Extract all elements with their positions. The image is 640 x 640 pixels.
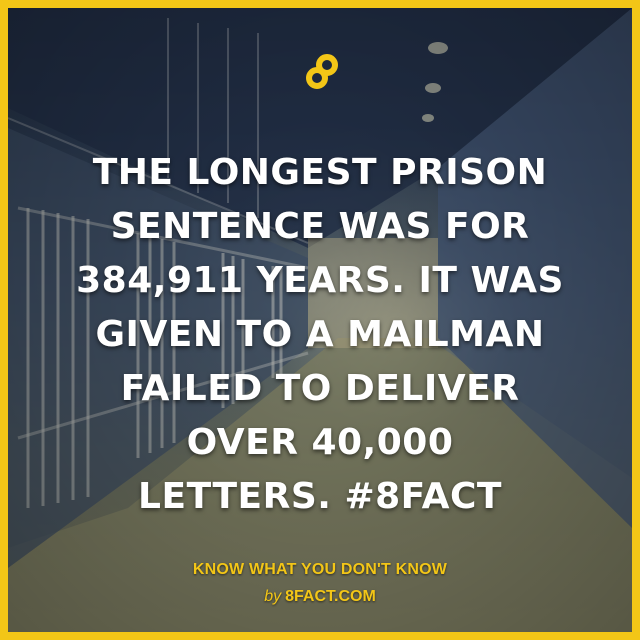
tagline: KNOW WHAT YOU DON'T KNOW [192,561,448,578]
fact-line: FAILED TO DELIVER [120,368,520,409]
fact-line: LETTERS. #8FACT [138,476,502,517]
byline-prefix: by [264,588,282,605]
fact-line: 384,911 YEARS. IT WAS [76,260,564,301]
8fact-logo-icon [306,54,338,89]
fact-card: THE LONGEST PRISON SENTENCE WAS FOR 384,… [0,0,640,640]
site-name: 8FACT.COM [285,588,376,605]
byline: by 8FACT.COM [8,588,632,606]
fact-line: THE LONGEST PRISON [92,152,548,193]
fact-line: SENTENCE WAS FOR [110,206,530,247]
fact-line: OVER 40,000 [186,422,454,463]
fact-line: GIVEN TO A MAILMAN [95,314,545,355]
fact-text: THE LONGEST PRISON SENTENCE WAS FOR 384,… [48,146,592,524]
